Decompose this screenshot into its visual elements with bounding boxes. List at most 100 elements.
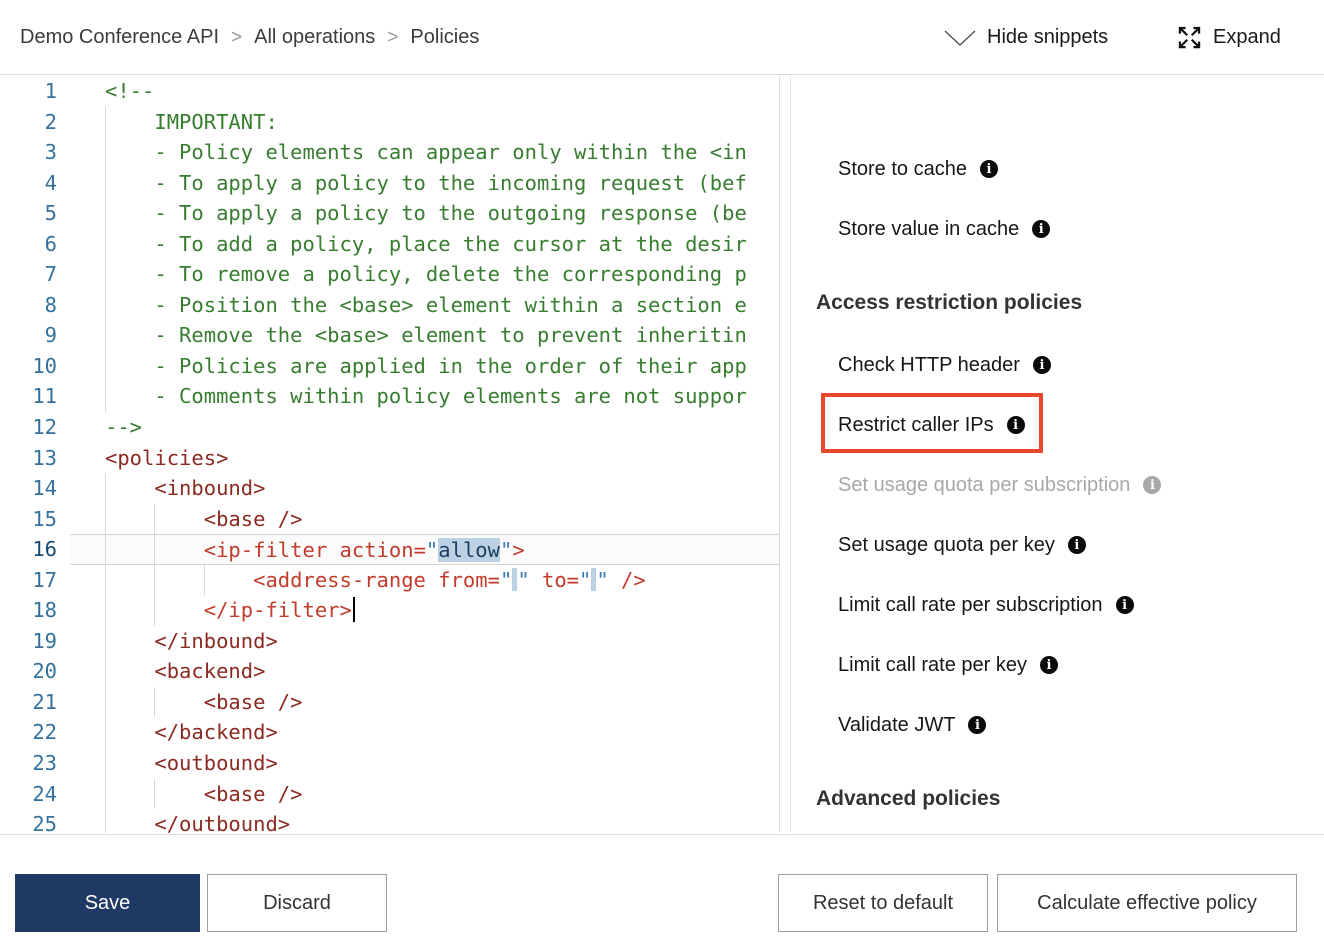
info-icon[interactable]: i	[1032, 220, 1050, 238]
indent-guide	[105, 779, 106, 810]
code-line: <outbound>	[70, 748, 780, 779]
line-number-gutter: 1234567891011121314151617181920212223242…	[0, 76, 70, 833]
breadcrumb-item[interactable]: Policies	[410, 26, 479, 49]
indent-guide	[105, 473, 106, 504]
snippet-item[interactable]: Check HTTP header i	[838, 352, 1051, 378]
expand-label: Expand	[1213, 26, 1281, 49]
policy-code-editor[interactable]: 1234567891011121314151617181920212223242…	[0, 76, 780, 833]
indent-guide	[105, 748, 106, 779]
line-number: 3	[0, 137, 70, 168]
indent-guide	[105, 290, 106, 321]
reset-to-default-button[interactable]: Reset to default	[778, 874, 988, 932]
info-icon[interactable]: i	[968, 716, 986, 734]
line-number: 19	[0, 626, 70, 657]
indent-guide	[105, 381, 106, 412]
indent-guide	[105, 107, 106, 138]
snippet-label: Check HTTP header	[838, 354, 1020, 377]
snippet-item[interactable]: Restrict caller IPsi	[838, 412, 1025, 438]
code-line: - Policy elements can appear only within…	[70, 137, 780, 168]
breadcrumb-separator: >	[387, 27, 398, 49]
save-button[interactable]: Save	[15, 874, 200, 932]
line-number: 10	[0, 351, 70, 382]
indent-guide	[105, 656, 106, 687]
top-bar: Demo Conference API > All operations > Polic…	[0, 0, 1324, 75]
info-icon[interactable]: i	[1007, 416, 1025, 434]
expand-button[interactable]: Expand	[1176, 0, 1281, 75]
calculate-effective-policy-button[interactable]: Calculate effective policy	[997, 874, 1297, 932]
line-number: 21	[0, 687, 70, 718]
code-line: - Position the <base> element within a s…	[70, 290, 780, 321]
snippet-item[interactable]: Limit call rate per key i	[838, 652, 1058, 678]
info-icon[interactable]: i	[1116, 596, 1134, 614]
info-icon[interactable]: i	[980, 160, 998, 178]
indent-guide	[154, 779, 155, 810]
line-number: 6	[0, 229, 70, 260]
line-number: 4	[0, 168, 70, 199]
line-number: 22	[0, 717, 70, 748]
snippet-label: Limit call rate per subscription	[838, 594, 1103, 617]
snippet-section-header: Access restriction policies	[816, 291, 1082, 315]
snippet-label: Set usage quota per key	[838, 534, 1055, 557]
indent-guide	[105, 137, 106, 168]
breadcrumb-separator: >	[231, 27, 242, 49]
info-icon[interactable]: i	[1143, 476, 1161, 494]
snippet-item[interactable]: Limit call rate per subscription i	[838, 592, 1134, 618]
code-line: - Comments within policy elements are no…	[70, 381, 780, 412]
indent-guide	[105, 535, 106, 564]
code-line: <inbound>	[70, 473, 780, 504]
code-line: IMPORTANT:	[70, 107, 780, 138]
indent-guide	[105, 595, 106, 626]
line-number: 20	[0, 656, 70, 687]
code-line: - To apply a policy to the outgoing resp…	[70, 198, 780, 229]
indent-guide	[105, 717, 106, 748]
snippet-label: Set usage quota per subscription	[838, 474, 1130, 497]
line-number: 24	[0, 779, 70, 810]
indent-guide	[105, 626, 106, 657]
breadcrumb-item[interactable]: All operations	[254, 26, 375, 49]
breadcrumb-item[interactable]: Demo Conference API	[20, 26, 219, 49]
indent-guide	[154, 687, 155, 718]
snippet-item[interactable]: Validate JWT i	[838, 712, 986, 738]
snippet-item[interactable]: Store to cache i	[838, 156, 998, 182]
code-line: </outbound>	[70, 809, 780, 833]
code-line: <address-range from="" to="" />	[70, 565, 780, 596]
indent-guide	[154, 595, 155, 626]
code-line: <backend>	[70, 656, 780, 687]
discard-button[interactable]: Discard	[207, 874, 387, 932]
code-line: <!--	[70, 76, 780, 107]
indent-guide	[154, 535, 155, 564]
line-number: 1	[0, 76, 70, 107]
code-line: </inbound>	[70, 626, 780, 657]
breadcrumb: Demo Conference API > All operations > Polic…	[20, 0, 479, 75]
snippet-item[interactable]: Set usage quota per key i	[838, 532, 1086, 558]
snippet-label: Store to cache	[838, 158, 967, 181]
line-number: 5	[0, 198, 70, 229]
indent-guide	[204, 565, 205, 596]
indent-guide	[105, 229, 106, 260]
code-line: <policies>	[70, 443, 780, 474]
code-line: <base />	[70, 504, 780, 535]
info-icon[interactable]: i	[1068, 536, 1086, 554]
hide-snippets-button[interactable]: Hide snippets	[943, 0, 1108, 75]
indent-guide	[105, 168, 106, 199]
indent-guide	[154, 504, 155, 535]
footer-bar: Save Discard Reset to default Calculate …	[0, 834, 1324, 938]
snippet-section-header: Advanced policies	[816, 787, 1000, 811]
snippet-label: Limit call rate per key	[838, 654, 1027, 677]
snippet-label: Validate JWT	[838, 714, 955, 737]
indent-guide	[105, 504, 106, 535]
chevron-down-icon	[943, 28, 977, 48]
indent-guide	[105, 565, 106, 596]
indent-guide	[105, 320, 106, 351]
code-line: -->	[70, 412, 780, 443]
line-number: 15	[0, 504, 70, 535]
code-line: <ip-filter action="allow">	[70, 534, 780, 565]
snippet-label: Store value in cache	[838, 218, 1019, 241]
info-icon[interactable]: i	[1040, 656, 1058, 674]
line-number: 25	[0, 809, 70, 833]
line-number: 2	[0, 107, 70, 138]
snippet-item[interactable]: Store value in cache i	[838, 216, 1050, 242]
info-icon[interactable]: i	[1033, 356, 1051, 374]
code-line: - Remove the <base> element to prevent i…	[70, 320, 780, 351]
code-line: - Policies are applied in the order of t…	[70, 351, 780, 382]
